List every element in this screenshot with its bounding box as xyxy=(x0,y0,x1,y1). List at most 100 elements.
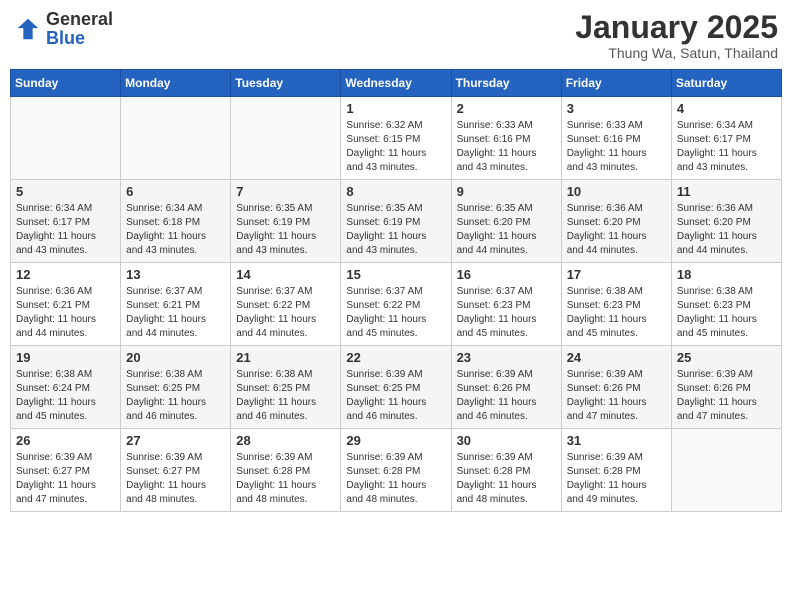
day-number: 6 xyxy=(126,184,225,199)
day-info: Sunrise: 6:36 AM Sunset: 6:20 PM Dayligh… xyxy=(677,202,776,258)
day-info: Sunrise: 6:37 AM Sunset: 6:23 PM Dayligh… xyxy=(457,285,556,341)
day-info: Sunrise: 6:34 AM Sunset: 6:17 PM Dayligh… xyxy=(16,202,115,258)
calendar-cell: 10 Sunrise: 6:36 AM Sunset: 6:20 PM Dayli… xyxy=(561,180,671,263)
day-number: 13 xyxy=(126,267,225,282)
weekday-header: Thursday xyxy=(451,70,561,97)
day-number: 3 xyxy=(567,101,666,116)
day-number: 16 xyxy=(457,267,556,282)
day-info: Sunrise: 6:39 AM Sunset: 6:26 PM Dayligh… xyxy=(457,368,556,424)
day-info: Sunrise: 6:39 AM Sunset: 6:28 PM Dayligh… xyxy=(346,451,445,507)
calendar-cell xyxy=(121,97,231,180)
logo-blue: Blue xyxy=(46,28,85,48)
day-number: 28 xyxy=(236,433,335,448)
calendar-week-row: 5 Sunrise: 6:34 AM Sunset: 6:17 PM Daylig… xyxy=(11,180,782,263)
day-number: 15 xyxy=(346,267,445,282)
day-number: 7 xyxy=(236,184,335,199)
weekday-header: Friday xyxy=(561,70,671,97)
day-number: 8 xyxy=(346,184,445,199)
calendar-cell: 16 Sunrise: 6:37 AM Sunset: 6:23 PM Dayli… xyxy=(451,263,561,346)
calendar-cell: 11 Sunrise: 6:36 AM Sunset: 6:20 PM Dayli… xyxy=(671,180,781,263)
calendar-cell: 1Sunrise: 6:32 AM Sunset: 6:15 PM Daylig… xyxy=(341,97,451,180)
weekday-header: Sunday xyxy=(11,70,121,97)
day-info: Sunrise: 6:38 AM Sunset: 6:23 PM Dayligh… xyxy=(677,285,776,341)
day-info: Sunrise: 6:35 AM Sunset: 6:20 PM Dayligh… xyxy=(457,202,556,258)
day-number: 17 xyxy=(567,267,666,282)
day-number: 27 xyxy=(126,433,225,448)
day-number: 21 xyxy=(236,350,335,365)
logo: General Blue xyxy=(14,10,113,48)
calendar-cell: 31Sunrise: 6:39 AM Sunset: 6:28 PM Dayli… xyxy=(561,429,671,512)
day-number: 31 xyxy=(567,433,666,448)
day-info: Sunrise: 6:35 AM Sunset: 6:19 PM Dayligh… xyxy=(236,202,335,258)
day-info: Sunrise: 6:39 AM Sunset: 6:28 PM Dayligh… xyxy=(457,451,556,507)
day-number: 30 xyxy=(457,433,556,448)
day-info: Sunrise: 6:39 AM Sunset: 6:27 PM Dayligh… xyxy=(126,451,225,507)
calendar-subtitle: Thung Wa, Satun, Thailand xyxy=(575,45,778,61)
day-number: 5 xyxy=(16,184,115,199)
calendar-cell: 8 Sunrise: 6:35 AM Sunset: 6:19 PM Daylig… xyxy=(341,180,451,263)
day-number: 24 xyxy=(567,350,666,365)
calendar-cell: 21 Sunrise: 6:38 AM Sunset: 6:25 PM Dayli… xyxy=(231,346,341,429)
day-number: 26 xyxy=(16,433,115,448)
calendar-cell: 5 Sunrise: 6:34 AM Sunset: 6:17 PM Daylig… xyxy=(11,180,121,263)
calendar-cell: 7 Sunrise: 6:35 AM Sunset: 6:19 PM Daylig… xyxy=(231,180,341,263)
calendar-cell: 6 Sunrise: 6:34 AM Sunset: 6:18 PM Daylig… xyxy=(121,180,231,263)
calendar-cell: 18 Sunrise: 6:38 AM Sunset: 6:23 PM Dayli… xyxy=(671,263,781,346)
calendar-cell: 22Sunrise: 6:39 AM Sunset: 6:25 PM Dayli… xyxy=(341,346,451,429)
calendar-cell: 20 Sunrise: 6:38 AM Sunset: 6:25 PM Dayli… xyxy=(121,346,231,429)
weekday-header: Wednesday xyxy=(341,70,451,97)
day-info: Sunrise: 6:35 AM Sunset: 6:19 PM Dayligh… xyxy=(346,202,445,258)
calendar-week-row: 26 Sunrise: 6:39 AM Sunset: 6:27 PM Dayli… xyxy=(11,429,782,512)
day-number: 14 xyxy=(236,267,335,282)
day-info: Sunrise: 6:37 AM Sunset: 6:22 PM Dayligh… xyxy=(236,285,335,341)
weekday-header-row: SundayMondayTuesdayWednesdayThursdayFrid… xyxy=(11,70,782,97)
weekday-header: Saturday xyxy=(671,70,781,97)
day-info: Sunrise: 6:36 AM Sunset: 6:20 PM Dayligh… xyxy=(567,202,666,258)
day-number: 12 xyxy=(16,267,115,282)
weekday-header: Tuesday xyxy=(231,70,341,97)
day-info: Sunrise: 6:38 AM Sunset: 6:25 PM Dayligh… xyxy=(126,368,225,424)
day-info: Sunrise: 6:38 AM Sunset: 6:25 PM Dayligh… xyxy=(236,368,335,424)
calendar-title: January 2025 xyxy=(575,10,778,45)
day-number: 23 xyxy=(457,350,556,365)
day-info: Sunrise: 6:36 AM Sunset: 6:21 PM Dayligh… xyxy=(16,285,115,341)
day-number: 22 xyxy=(346,350,445,365)
day-info: Sunrise: 6:34 AM Sunset: 6:18 PM Dayligh… xyxy=(126,202,225,258)
calendar-cell: 4Sunrise: 6:34 AM Sunset: 6:17 PM Daylig… xyxy=(671,97,781,180)
page-header: General Blue January 2025 Thung Wa, Satu… xyxy=(10,10,782,61)
day-info: Sunrise: 6:39 AM Sunset: 6:28 PM Dayligh… xyxy=(236,451,335,507)
day-info: Sunrise: 6:32 AM Sunset: 6:15 PM Dayligh… xyxy=(346,119,445,175)
day-number: 29 xyxy=(346,433,445,448)
day-info: Sunrise: 6:33 AM Sunset: 6:16 PM Dayligh… xyxy=(457,119,556,175)
calendar-week-row: 19 Sunrise: 6:38 AM Sunset: 6:24 PM Dayli… xyxy=(11,346,782,429)
calendar-cell: 23 Sunrise: 6:39 AM Sunset: 6:26 PM Dayli… xyxy=(451,346,561,429)
day-info: Sunrise: 6:34 AM Sunset: 6:17 PM Dayligh… xyxy=(677,119,776,175)
day-number: 20 xyxy=(126,350,225,365)
day-info: Sunrise: 6:39 AM Sunset: 6:26 PM Dayligh… xyxy=(567,368,666,424)
calendar-cell xyxy=(11,97,121,180)
calendar-cell: 30 Sunrise: 6:39 AM Sunset: 6:28 PM Dayli… xyxy=(451,429,561,512)
day-number: 11 xyxy=(677,184,776,199)
day-info: Sunrise: 6:39 AM Sunset: 6:26 PM Dayligh… xyxy=(677,368,776,424)
calendar-cell: 28 Sunrise: 6:39 AM Sunset: 6:28 PM Dayli… xyxy=(231,429,341,512)
calendar-cell: 29 Sunrise: 6:39 AM Sunset: 6:28 PM Dayli… xyxy=(341,429,451,512)
calendar-cell: 17 Sunrise: 6:38 AM Sunset: 6:23 PM Dayli… xyxy=(561,263,671,346)
weekday-header: Monday xyxy=(121,70,231,97)
calendar-cell: 14 Sunrise: 6:37 AM Sunset: 6:22 PM Dayli… xyxy=(231,263,341,346)
day-info: Sunrise: 6:38 AM Sunset: 6:24 PM Dayligh… xyxy=(16,368,115,424)
day-info: Sunrise: 6:37 AM Sunset: 6:22 PM Dayligh… xyxy=(346,285,445,341)
calendar-cell: 19 Sunrise: 6:38 AM Sunset: 6:24 PM Dayli… xyxy=(11,346,121,429)
day-number: 10 xyxy=(567,184,666,199)
day-number: 25 xyxy=(677,350,776,365)
calendar-cell: 12 Sunrise: 6:36 AM Sunset: 6:21 PM Dayli… xyxy=(11,263,121,346)
calendar-cell xyxy=(231,97,341,180)
day-info: Sunrise: 6:33 AM Sunset: 6:16 PM Dayligh… xyxy=(567,119,666,175)
day-number: 18 xyxy=(677,267,776,282)
day-info: Sunrise: 6:38 AM Sunset: 6:23 PM Dayligh… xyxy=(567,285,666,341)
calendar-cell: 2Sunrise: 6:33 AM Sunset: 6:16 PM Daylig… xyxy=(451,97,561,180)
day-number: 19 xyxy=(16,350,115,365)
day-number: 9 xyxy=(457,184,556,199)
day-info: Sunrise: 6:39 AM Sunset: 6:27 PM Dayligh… xyxy=(16,451,115,507)
logo-general: General xyxy=(46,9,113,29)
calendar-cell: 27 Sunrise: 6:39 AM Sunset: 6:27 PM Dayli… xyxy=(121,429,231,512)
